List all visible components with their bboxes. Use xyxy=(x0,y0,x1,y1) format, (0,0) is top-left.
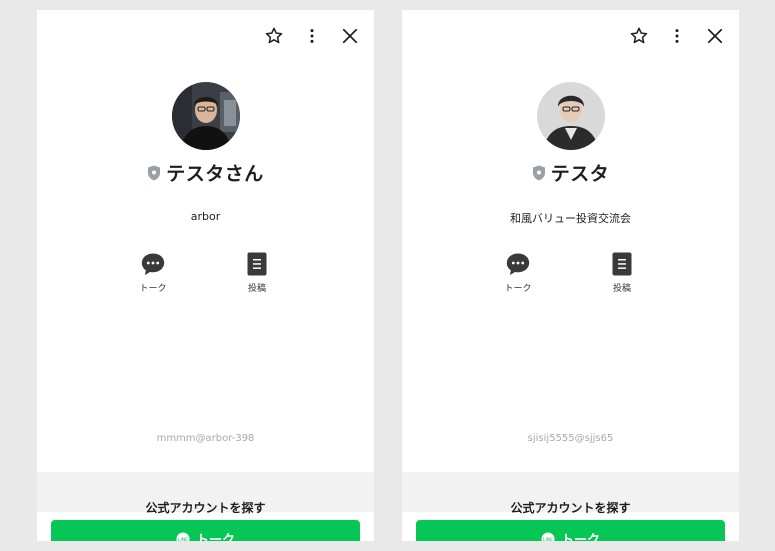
more-vertical-icon[interactable] xyxy=(667,26,687,46)
post-action-label: 投稿 xyxy=(247,284,266,294)
profile-name: テスタ xyxy=(550,163,610,185)
explore-label: 公式アカウントを探す xyxy=(510,501,631,515)
talk-action-label: トーク xyxy=(139,284,167,294)
talk-button-label: トーク xyxy=(560,532,600,542)
profile-name: テスタさん xyxy=(166,163,264,185)
star-icon[interactable] xyxy=(629,26,649,46)
chat-bubble-icon xyxy=(140,251,166,277)
talk-action-label: トーク xyxy=(504,284,532,294)
status-message: arbor xyxy=(190,210,221,223)
chat-bubble-icon xyxy=(505,251,531,277)
talk-button[interactable]: LINE トーク xyxy=(51,520,360,541)
explore-label: 公式アカウントを探す xyxy=(145,501,266,515)
close-icon[interactable] xyxy=(705,26,725,46)
talk-button[interactable]: LINE トーク xyxy=(416,520,725,541)
profile-panel-right: テスタ 和風バリュー投資交流会 トーク 投稿 sjisij5555@sjjs65… xyxy=(402,10,739,541)
top-toolbar xyxy=(264,26,360,46)
star-icon[interactable] xyxy=(264,26,284,46)
top-toolbar xyxy=(629,26,725,46)
chat-bubble-icon: LINE xyxy=(176,531,190,541)
explore-official-accounts[interactable]: 公式アカウントを探す xyxy=(402,472,739,515)
shield-badge-icon xyxy=(532,165,546,181)
more-vertical-icon[interactable] xyxy=(302,26,322,46)
post-action[interactable]: 投稿 xyxy=(592,251,652,294)
shield-badge-icon xyxy=(147,165,161,181)
close-icon[interactable] xyxy=(340,26,360,46)
talk-action[interactable]: トーク xyxy=(488,251,548,294)
post-action-label: 投稿 xyxy=(612,284,631,294)
post-action[interactable]: 投稿 xyxy=(227,251,287,294)
post-icon xyxy=(609,251,635,277)
avatar[interactable] xyxy=(536,82,605,150)
talk-action[interactable]: トーク xyxy=(123,251,183,294)
talk-button-label: トーク xyxy=(195,532,235,542)
profile-name-row: テスタ xyxy=(402,159,739,186)
explore-official-accounts[interactable]: 公式アカウントを探す xyxy=(37,472,374,515)
avatar[interactable] xyxy=(171,82,240,150)
svg-text:LINE: LINE xyxy=(178,537,188,541)
chat-bubble-icon: LINE xyxy=(541,531,555,541)
post-icon xyxy=(244,251,270,277)
profile-name-row: テスタさん xyxy=(37,159,374,186)
profile-panel-left: テスタさん arbor トーク 投稿 mmmm@arbor-398 公式アカウン… xyxy=(37,10,374,541)
status-message: 和風バリュー投資交流会 xyxy=(510,212,631,225)
svg-text:LINE: LINE xyxy=(543,537,553,541)
user-id: mmmm@arbor-398 xyxy=(156,433,255,444)
user-id: sjisij5555@sjjs65 xyxy=(527,433,614,444)
